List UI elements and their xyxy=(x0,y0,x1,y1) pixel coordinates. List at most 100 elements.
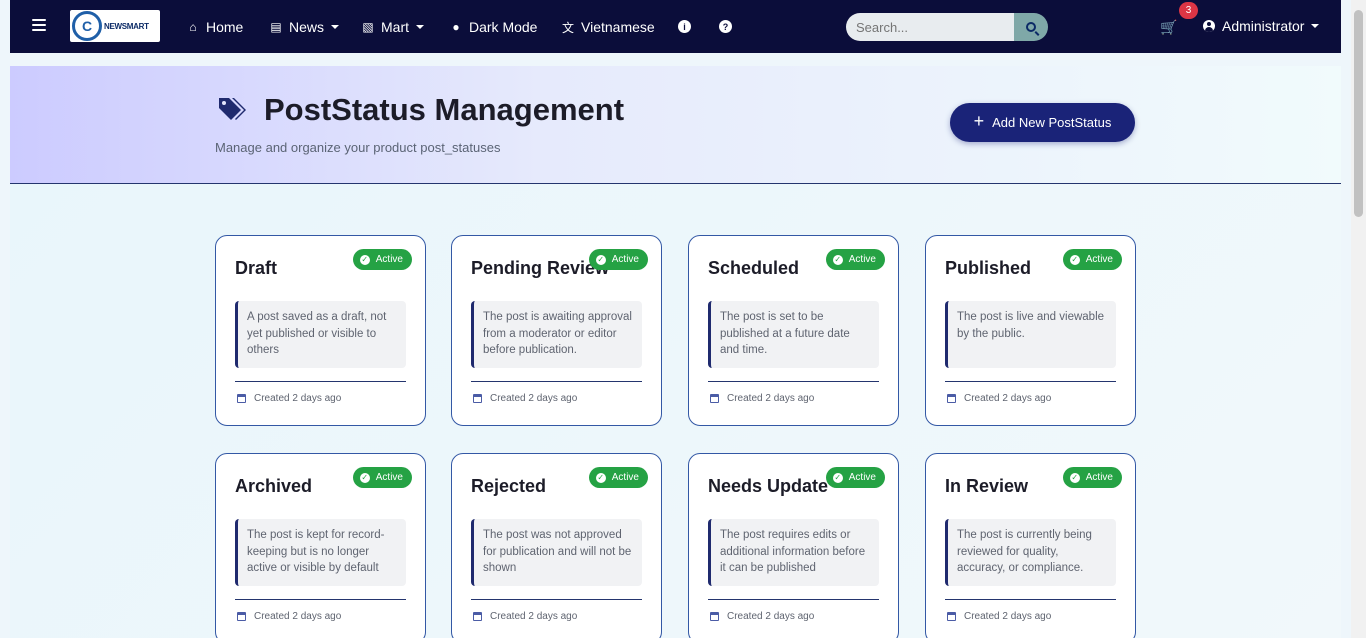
calendar-icon xyxy=(473,612,482,621)
card-description: The post is live and viewable by the pub… xyxy=(945,301,1116,368)
brand-logo[interactable]: C NEWSMART xyxy=(70,10,160,42)
card-created: Created 2 days ago xyxy=(710,393,814,404)
calendar-icon xyxy=(237,612,246,621)
store-icon: ▧ xyxy=(362,20,374,34)
status-card[interactable]: Scheduled ✓ Active The post is set to be … xyxy=(688,235,899,426)
nav-language[interactable]: 文 Vietnamese xyxy=(561,18,655,36)
card-description: A post saved as a draft, not yet publish… xyxy=(235,301,406,368)
check-circle-icon: ✓ xyxy=(595,472,606,483)
tags-icon xyxy=(219,98,246,120)
chevron-down-icon xyxy=(331,25,340,29)
status-badge: ✓ Active xyxy=(588,467,648,488)
check-circle-icon: ✓ xyxy=(832,254,843,265)
status-badge: ✓ Active xyxy=(352,467,412,488)
card-divider xyxy=(945,381,1116,382)
status-badge-label: Active xyxy=(375,254,403,265)
page-header: PostStatus Management Manage and organiz… xyxy=(10,66,1341,184)
card-divider xyxy=(708,599,879,600)
nav-language-label: Vietnamese xyxy=(581,19,655,35)
card-divider xyxy=(235,599,406,600)
status-card[interactable]: Published ✓ Active The post is live and v… xyxy=(925,235,1136,426)
chevron-down-icon xyxy=(1311,24,1320,28)
calendar-icon xyxy=(237,394,246,403)
status-card[interactable]: Needs Update ✓ Active The post requires e… xyxy=(688,453,899,638)
created-label: Created 2 days ago xyxy=(254,611,342,622)
nav-dark-mode[interactable]: ● Dark Mode xyxy=(449,18,537,36)
nav-mart-dropdown[interactable]: ▧ Mart xyxy=(361,18,424,36)
nav-home-label: Home xyxy=(206,19,244,35)
logo-mark-icon: C xyxy=(72,11,102,41)
created-label: Created 2 days ago xyxy=(254,393,342,404)
card-created: Created 2 days ago xyxy=(947,393,1051,404)
user-menu-dropdown[interactable]: Administrator xyxy=(1203,18,1320,34)
cart-icon[interactable]: 🛒 xyxy=(1160,19,1177,36)
created-label: Created 2 days ago xyxy=(490,393,578,404)
created-label: Created 2 days ago xyxy=(490,611,578,622)
card-created: Created 2 days ago xyxy=(237,393,341,404)
palette-icon: ● xyxy=(452,20,460,34)
search-input[interactable] xyxy=(846,13,1014,41)
status-card[interactable]: In Review ✓ Active The post is currently … xyxy=(925,453,1136,638)
calendar-icon xyxy=(710,612,719,621)
page-subtitle: Manage and organize your product post_st… xyxy=(215,140,501,155)
card-title: Scheduled xyxy=(708,258,800,278)
search-button[interactable] xyxy=(1014,13,1048,41)
status-card[interactable]: Rejected ✓ Active The post was not approv… xyxy=(451,453,662,638)
nav-home[interactable]: ⌂ Home xyxy=(186,18,243,36)
page-scrollbar[interactable] xyxy=(1351,0,1366,638)
status-badge-label: Active xyxy=(848,254,876,265)
status-badge: ✓ Active xyxy=(825,467,885,488)
card-title: Archived xyxy=(235,476,313,496)
status-badge-label: Active xyxy=(611,472,639,483)
card-created: Created 2 days ago xyxy=(710,611,814,622)
status-badge-label: Active xyxy=(848,472,876,483)
status-badge: ✓ Active xyxy=(352,249,412,270)
status-badge: ✓ Active xyxy=(1062,249,1122,270)
calendar-icon xyxy=(710,394,719,403)
info-icon[interactable]: i xyxy=(678,20,691,33)
status-card[interactable]: Draft ✓ Active A post saved as a draft, n… xyxy=(215,235,426,426)
status-card[interactable]: Pending Review ✓ Active The post is await… xyxy=(451,235,662,426)
language-icon: 文 xyxy=(561,20,574,35)
add-button-label: Add New PostStatus xyxy=(992,115,1112,130)
page-title: PostStatus Management xyxy=(264,92,625,127)
brand-name: NEWSMART xyxy=(104,21,149,31)
card-description: The post requires edits or additional in… xyxy=(708,519,879,586)
nav-news-dropdown[interactable]: ▤ News xyxy=(269,18,340,36)
help-icon[interactable]: ? xyxy=(719,20,732,33)
check-circle-icon: ✓ xyxy=(1069,254,1080,265)
card-description: The post was not approved for publicatio… xyxy=(471,519,642,586)
menu-toggle-icon[interactable] xyxy=(32,19,46,33)
check-circle-icon: ✓ xyxy=(359,472,370,483)
check-circle-icon: ✓ xyxy=(1069,472,1080,483)
calendar-icon xyxy=(947,394,956,403)
card-title: Rejected xyxy=(471,476,547,496)
add-new-poststatus-button[interactable]: + Add New PostStatus xyxy=(950,103,1135,142)
card-created: Created 2 days ago xyxy=(237,611,341,622)
cart-count-badge: 3 xyxy=(1179,2,1198,19)
newspaper-icon: ▤ xyxy=(270,20,282,34)
check-circle-icon: ✓ xyxy=(595,254,606,265)
created-label: Created 2 days ago xyxy=(964,393,1052,404)
card-divider xyxy=(945,599,1116,600)
content-area xyxy=(10,184,1341,638)
status-badge-label: Active xyxy=(375,472,403,483)
top-navbar: C NEWSMART ⌂ Home ▤ News ▧ Mart ● Dark M… xyxy=(10,0,1341,53)
status-badge: ✓ Active xyxy=(588,249,648,270)
search-form xyxy=(846,13,1048,41)
search-icon xyxy=(1026,22,1036,32)
status-badge-label: Active xyxy=(611,254,639,265)
card-divider xyxy=(708,381,879,382)
check-circle-icon: ✓ xyxy=(832,472,843,483)
card-created: Created 2 days ago xyxy=(947,611,1051,622)
card-divider xyxy=(235,381,406,382)
scrollbar-thumb[interactable] xyxy=(1354,10,1363,217)
card-title: Published xyxy=(945,258,1032,278)
card-description: The post is kept for record-keeping but … xyxy=(235,519,406,586)
card-description: The post is awaiting approval from a mod… xyxy=(471,301,642,368)
card-divider xyxy=(471,599,642,600)
card-divider xyxy=(471,381,642,382)
nav-news-label: News xyxy=(289,19,325,35)
status-card[interactable]: Archived ✓ Active The post is kept for re… xyxy=(215,453,426,638)
status-badge-label: Active xyxy=(1085,472,1113,483)
